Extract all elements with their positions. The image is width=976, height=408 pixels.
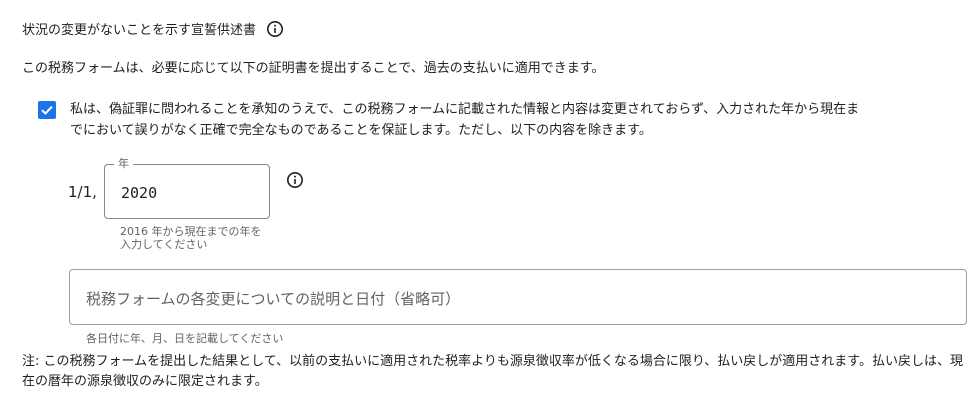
date-prefix: 1/1, <box>68 183 97 201</box>
year-hint: 2016 年から現在までの年を入力してください <box>120 225 262 251</box>
year-value[interactable]: 2020 <box>121 184 157 202</box>
changes-hint: 各日付に年、月、日を記載してください <box>86 332 284 345</box>
page-title: 状況の変更がないことを示す宣誓供述書 <box>22 23 257 38</box>
affidavit-header: 状況の変更がないことを示す宣誓供述書 <box>22 19 284 38</box>
changes-description-placeholder: 税務フォームの各変更についての説明と日付（省略可） <box>86 290 461 308</box>
certification-checkbox[interactable] <box>38 101 56 119</box>
changes-description-input[interactable]: 税務フォームの各変更についての説明と日付（省略可） <box>69 269 967 325</box>
info-icon[interactable] <box>266 20 284 38</box>
certification-text: 私は、偽証罪に問われることを承知のうえで、この税務フォームに記載された情報と内容… <box>70 102 860 138</box>
form-description: この税務フォームは、必要に応じて以下の証明書を提出することで、過去の支払いに適用… <box>22 61 605 76</box>
refund-note: 注: この税務フォームを提出した結果として、以前の支払いに適用された税率よりも源… <box>22 354 964 389</box>
year-input[interactable]: 年 2020 <box>104 157 270 219</box>
check-icon <box>41 105 53 115</box>
year-label: 年 <box>114 157 133 171</box>
year-info-icon[interactable] <box>286 171 304 189</box>
